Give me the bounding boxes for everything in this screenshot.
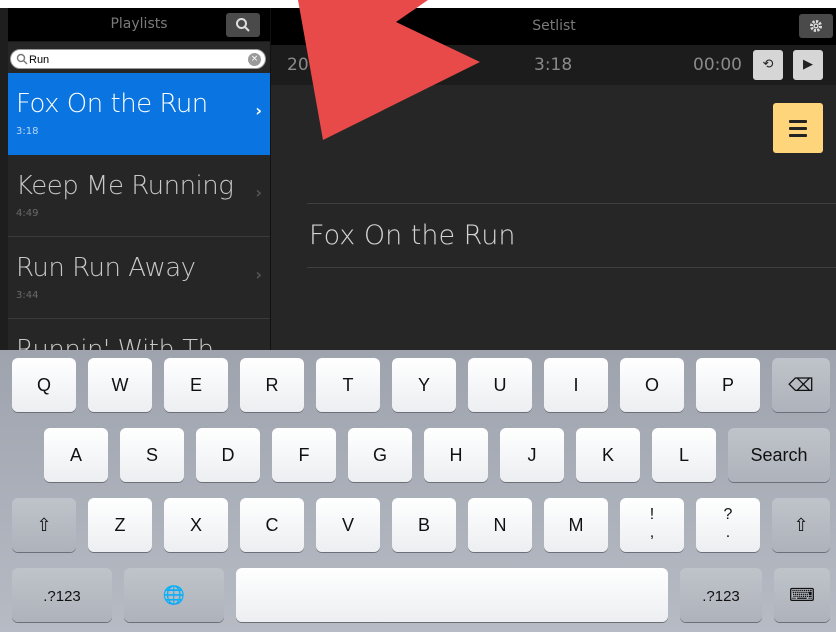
- key-y[interactable]: Y: [392, 358, 456, 412]
- key-k[interactable]: K: [576, 428, 640, 482]
- key-question-period[interactable]: ? .: [696, 498, 760, 552]
- key-t[interactable]: T: [316, 358, 380, 412]
- chevron-right-icon: ›: [255, 101, 262, 120]
- setlist-header: Setlist: [271, 8, 836, 45]
- search-bar: ×: [8, 46, 270, 72]
- key-a[interactable]: A: [44, 428, 108, 482]
- key-s[interactable]: S: [120, 428, 184, 482]
- elapsed-time: 00:00: [693, 55, 742, 75]
- hide-keyboard-key[interactable]: ⌨: [774, 568, 830, 622]
- song-row-keep-me-running[interactable]: Keep Me Running 4:49 ›: [8, 155, 270, 237]
- key-p[interactable]: P: [696, 358, 760, 412]
- key-h[interactable]: H: [424, 428, 488, 482]
- top-band: [0, 0, 836, 8]
- song-title: Run Run Away: [16, 253, 196, 283]
- search-field[interactable]: ×: [10, 49, 266, 69]
- divider: [307, 267, 836, 268]
- key-l[interactable]: L: [652, 428, 716, 482]
- key-n[interactable]: N: [468, 498, 532, 552]
- key-v[interactable]: V: [316, 498, 380, 552]
- shift-icon: ⇧: [793, 515, 809, 535]
- key-x[interactable]: X: [164, 498, 228, 552]
- key-o[interactable]: O: [620, 358, 684, 412]
- key-g[interactable]: G: [348, 428, 412, 482]
- status-row: 20:59:09 3:18 00:00 ⟲ ▶: [271, 45, 836, 85]
- shift-right-key[interactable]: ⇧: [772, 498, 830, 552]
- search-field-icon: [16, 53, 28, 65]
- key-d[interactable]: D: [196, 428, 260, 482]
- setlist-pane: Setlist 20:59:09 3:18 00:00 ⟲ ▶ Fox On t…: [270, 8, 836, 350]
- setlist-title: Setlist: [532, 18, 576, 34]
- chevron-right-icon: ›: [255, 183, 262, 202]
- song-title: Fox On the Run: [16, 89, 208, 119]
- key-w[interactable]: W: [88, 358, 152, 412]
- song-row-fox-on-the-run[interactable]: Fox On the Run 3:18 ›: [8, 73, 270, 155]
- song-row-runnin-with-the[interactable]: Runnin' With Th: [8, 319, 270, 350]
- play-button[interactable]: ▶: [793, 50, 823, 80]
- gear-icon: [810, 20, 822, 32]
- current-song-title: Fox On the Run: [309, 220, 516, 251]
- key-question-bottom: .: [725, 524, 731, 541]
- numbers-key-left[interactable]: .?123: [12, 568, 112, 622]
- settings-button[interactable]: [799, 14, 833, 38]
- menu-button[interactable]: [773, 103, 823, 153]
- loop-icon: ⟲: [762, 57, 774, 72]
- divider: [307, 203, 836, 204]
- numbers-key-label: .?123: [702, 588, 740, 605]
- song-length: 3:18: [534, 55, 573, 75]
- play-icon: ▶: [803, 57, 813, 72]
- key-c[interactable]: C: [240, 498, 304, 552]
- globe-icon: 🌐: [162, 585, 186, 605]
- song-duration: 4:49: [16, 208, 39, 219]
- key-m[interactable]: M: [544, 498, 608, 552]
- globe-key[interactable]: 🌐: [124, 568, 224, 622]
- backspace-key[interactable]: ⌫: [772, 358, 830, 412]
- song-row-run-run-away[interactable]: Run Run Away 3:44 ›: [8, 237, 270, 319]
- search-icon: [236, 18, 250, 32]
- key-exclaim-comma[interactable]: ! ,: [620, 498, 684, 552]
- key-r[interactable]: R: [240, 358, 304, 412]
- space-key[interactable]: [236, 568, 668, 622]
- song-title: Keep Me Running: [16, 171, 234, 201]
- key-f[interactable]: F: [272, 428, 336, 482]
- shift-left-key[interactable]: ⇧: [12, 498, 76, 552]
- key-e[interactable]: E: [164, 358, 228, 412]
- playlists-header: Playlists: [8, 8, 270, 42]
- key-exclaim-bottom: ,: [649, 524, 655, 541]
- backspace-icon: ⌫: [788, 375, 814, 395]
- key-q[interactable]: Q: [12, 358, 76, 412]
- search-key[interactable]: Search: [728, 428, 830, 482]
- song-duration: 3:44: [16, 290, 39, 301]
- key-exclaim-top: !: [649, 506, 655, 523]
- key-question-top: ?: [723, 506, 733, 523]
- key-b[interactable]: B: [392, 498, 456, 552]
- search-input[interactable]: [29, 52, 249, 67]
- numbers-key-right[interactable]: .?123: [680, 568, 762, 622]
- song-title: Runnin' With Th: [16, 335, 214, 350]
- playlists-pane: Playlists × Fox On the Run 3:18 › Keep M…: [8, 8, 270, 350]
- key-z[interactable]: Z: [88, 498, 152, 552]
- onscreen-keyboard: Q W E R T Y U I O P ⌫ A S D F G H J K L …: [0, 350, 836, 632]
- keyboard-hide-icon: ⌨: [789, 585, 815, 605]
- numbers-key-label: .?123: [43, 588, 81, 605]
- search-button[interactable]: [226, 13, 260, 37]
- clear-search-icon[interactable]: ×: [248, 53, 261, 66]
- shift-icon: ⇧: [36, 515, 52, 535]
- key-u[interactable]: U: [468, 358, 532, 412]
- clock: 20:59:09: [287, 55, 364, 75]
- key-i[interactable]: I: [544, 358, 608, 412]
- song-duration: 3:18: [16, 126, 39, 137]
- chevron-right-icon: ›: [255, 265, 262, 284]
- loop-button[interactable]: ⟲: [753, 50, 783, 80]
- key-j[interactable]: J: [500, 428, 564, 482]
